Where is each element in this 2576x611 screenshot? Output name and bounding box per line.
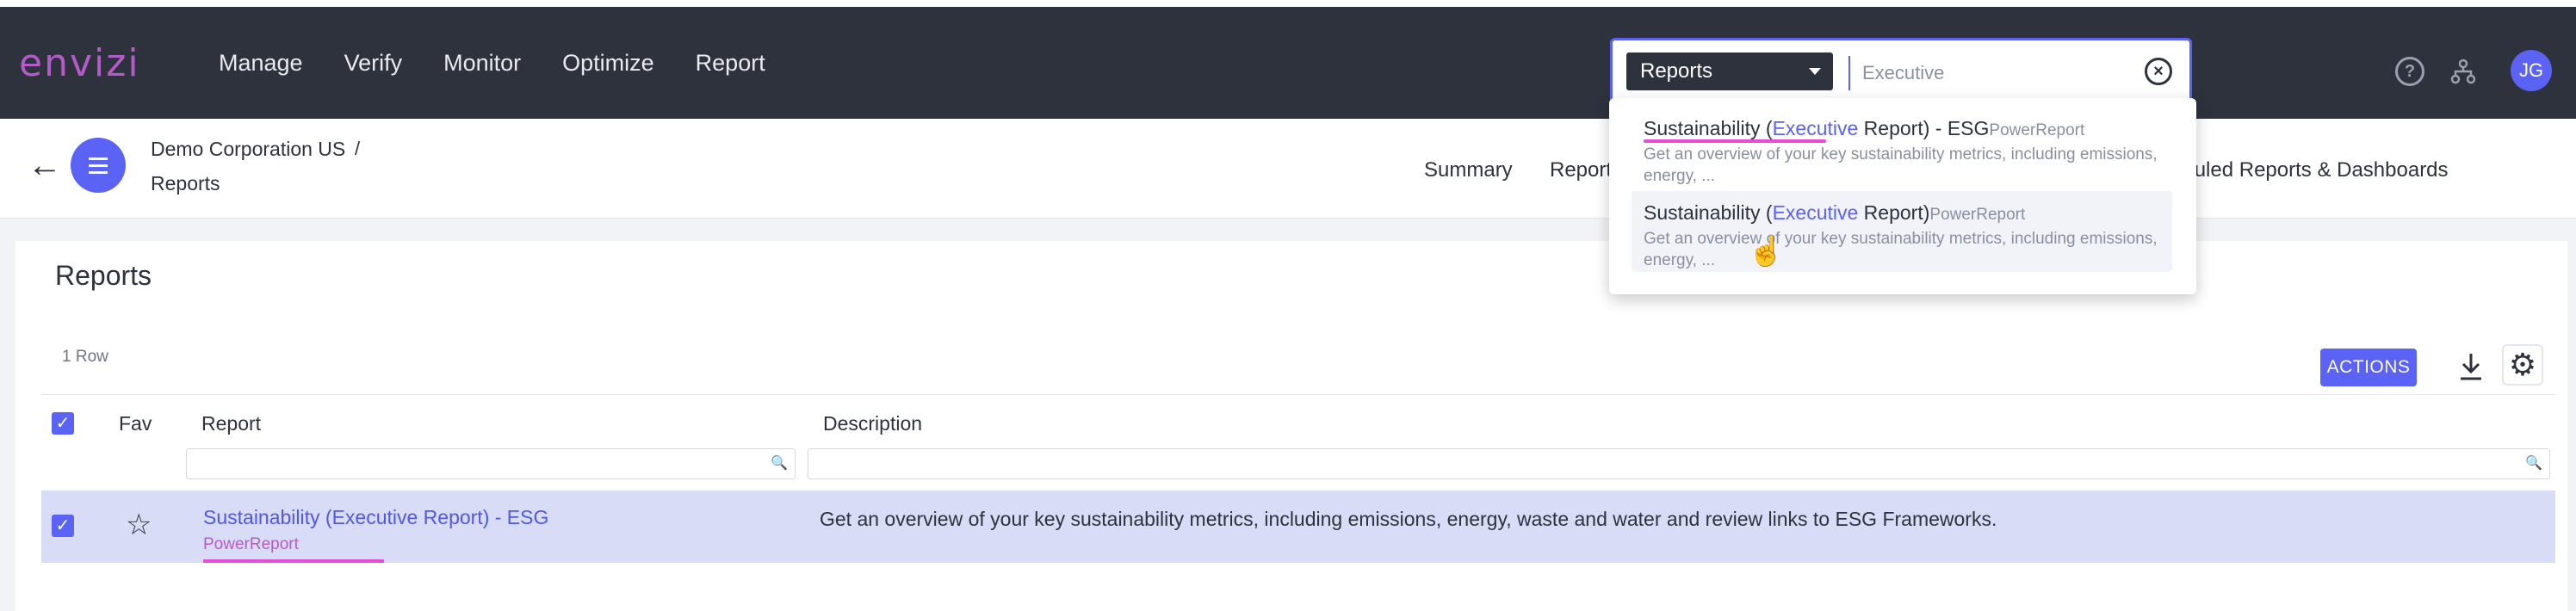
breadcrumb-separator: / (355, 138, 361, 159)
hierarchy-icon[interactable] (2449, 57, 2478, 86)
main-nav: Manage Verify Monitor Optimize Report (198, 7, 786, 119)
favorite-star-icon[interactable]: ☆ (126, 508, 152, 542)
search-input[interactable] (1862, 54, 2138, 92)
global-search: Reports × (1610, 38, 2192, 107)
search-suggestions-dropdown: Sustainability (Executive Report) - ESGP… (1609, 98, 2196, 294)
table-row[interactable]: ✓ ☆ Sustainability (Executive Report) - … (41, 491, 2555, 563)
report-type-label: PowerReport (203, 535, 299, 553)
table-header: ✓ Fav Report Description 🔍 🔍 (41, 394, 2555, 491)
report-filter-input[interactable]: 🔍 (186, 448, 796, 479)
clear-search-icon[interactable]: × (2145, 58, 2172, 85)
tab-reports[interactable]: Report (1550, 158, 1612, 182)
download-icon[interactable] (2454, 346, 2488, 387)
report-description: Get an overview of your key sustainabili… (820, 508, 1997, 530)
envizi-logo[interactable]: envizi (19, 41, 140, 85)
suggestion-title: Sustainability (Executive Report) - ESGP… (1644, 117, 2085, 139)
annotation-underline (203, 559, 384, 563)
tab-summary[interactable]: Summary (1424, 158, 1513, 182)
nav-optimize[interactable]: Optimize (542, 7, 675, 119)
back-arrow-icon[interactable]: ← (28, 146, 62, 185)
suggestion-description: Get an overview of your key sustainabili… (1644, 230, 2158, 269)
hand-pointer-icon: ☝ (1748, 235, 1785, 268)
user-avatar[interactable]: JG (2511, 50, 2552, 91)
row-count: 1 Row (62, 348, 108, 366)
suggestion-description: Get an overview of your key sustainabili… (1644, 145, 2158, 185)
nav-manage[interactable]: Manage (198, 7, 324, 119)
col-header-description[interactable]: Description (823, 412, 922, 435)
nav-report[interactable]: Report (675, 7, 786, 119)
help-icon[interactable]: ? (2395, 57, 2424, 86)
page-title: Reports (55, 260, 152, 291)
nav-monitor[interactable]: Monitor (423, 7, 542, 119)
search-icon: 🔍 (2525, 456, 2542, 471)
row-checkbox[interactable]: ✓ (52, 515, 74, 537)
col-header-fav[interactable]: Fav (119, 412, 152, 435)
actions-button[interactable]: ACTIONS (2320, 349, 2417, 386)
description-filter-input[interactable]: 🔍 (808, 448, 2550, 479)
breadcrumb-page: Reports (151, 172, 220, 194)
annotation-underline (1644, 139, 1826, 143)
nav-verify[interactable]: Verify (324, 7, 424, 119)
suggestion-title: Sustainability (Executive Report)PowerRe… (1644, 201, 2026, 224)
top-strip (0, 0, 2576, 7)
search-icon: 🔍 (771, 456, 788, 471)
search-suggestion[interactable]: Sustainability (Executive Report)PowerRe… (1632, 191, 2172, 272)
search-scope-label: Reports (1640, 59, 1713, 83)
search-suggestion[interactable]: Sustainability (Executive Report) - ESGP… (1632, 107, 2172, 188)
search-caret (1848, 56, 1850, 90)
settings-gear-icon[interactable]: ⚙ (2502, 344, 2543, 386)
menu-icon[interactable] (71, 138, 126, 193)
breadcrumb-org[interactable]: Demo Corporation US (151, 138, 345, 161)
reports-card: Reports 1 Row ACTIONS ⚙ ✓ Fav Report Des… (15, 241, 2567, 611)
report-name-link[interactable]: Sustainability (Executive Report) - ESG (203, 506, 548, 529)
tab-scheduled-reports[interactable]: eduled Reports & Dashboards (2171, 158, 2449, 182)
select-all-checkbox[interactable]: ✓ (52, 412, 74, 435)
col-header-report[interactable]: Report (201, 412, 261, 435)
search-scope-select[interactable]: Reports (1626, 52, 1833, 90)
caret-down-icon (1809, 68, 1821, 75)
